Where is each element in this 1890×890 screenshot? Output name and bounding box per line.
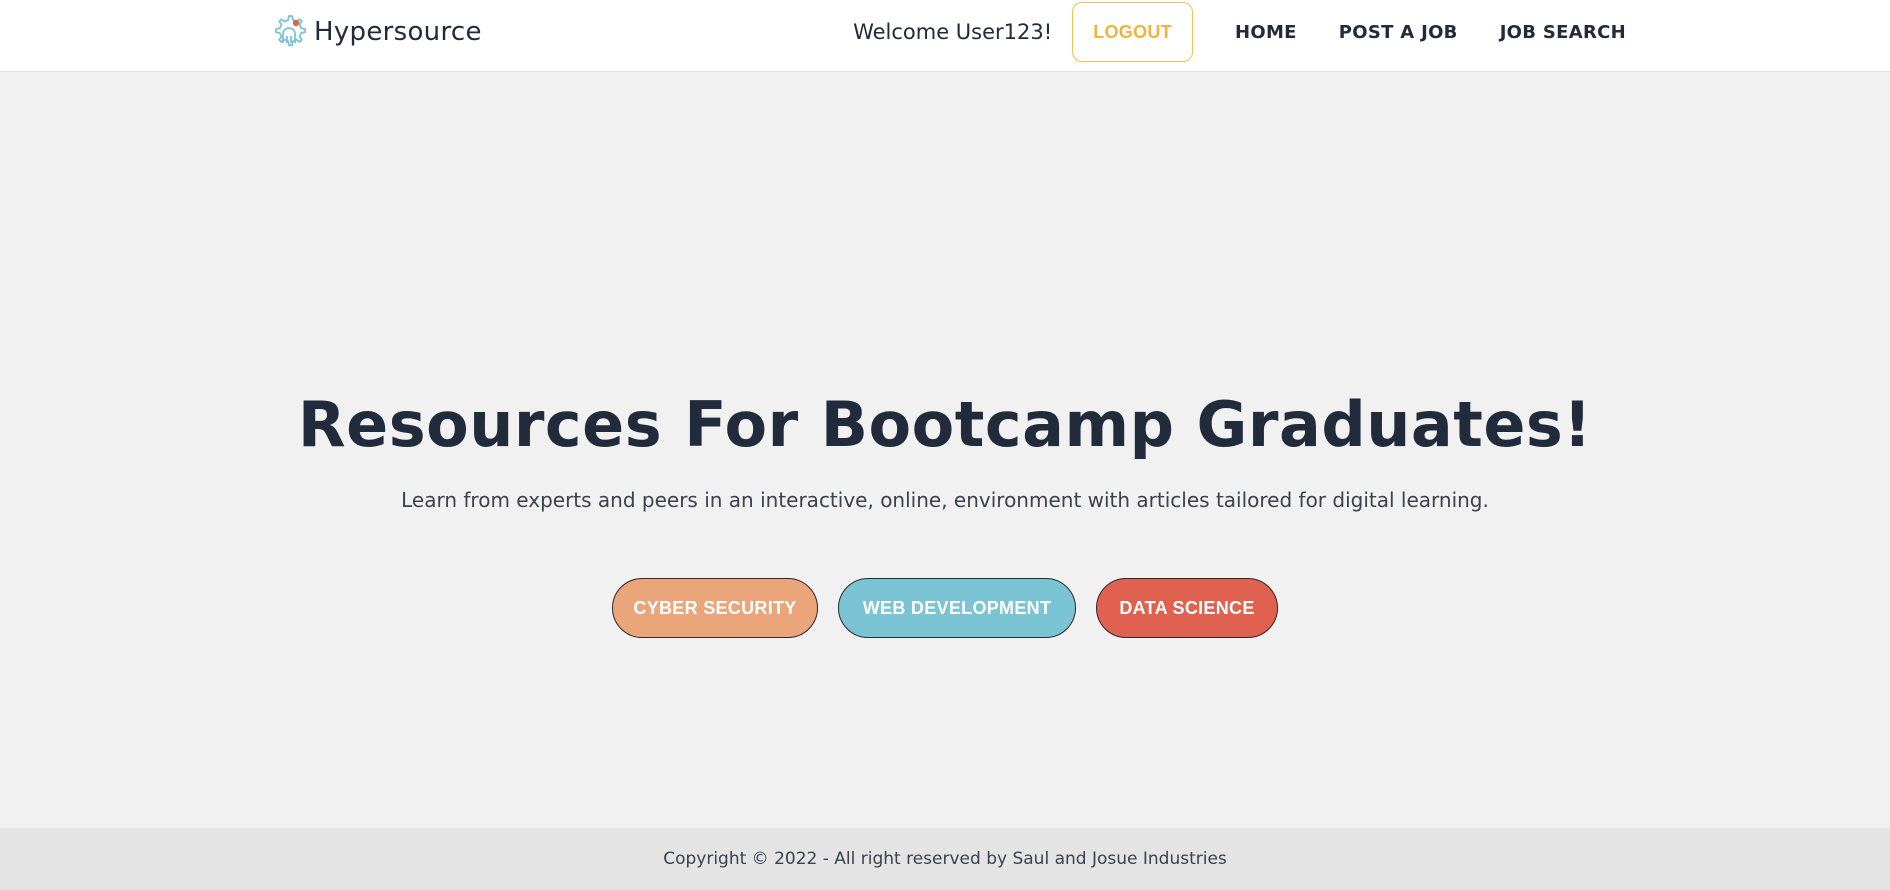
- brand-link[interactable]: Hypersource: [270, 12, 482, 52]
- welcome-message: Welcome User123!: [853, 20, 1053, 44]
- data-science-button[interactable]: DATA SCIENCE: [1096, 578, 1278, 638]
- hero-title: Resources For Bootcamp Graduates!: [297, 388, 1593, 461]
- logout-button[interactable]: LOGOUT: [1072, 2, 1193, 62]
- web-development-button[interactable]: WEB DEVELOPMENT: [838, 578, 1076, 638]
- nav-link-home[interactable]: HOME: [1235, 22, 1297, 43]
- hero-subtitle: Learn from experts and peers in an inter…: [401, 488, 1489, 512]
- copyright-text: Copyright © 2022 - All right reserved by…: [663, 849, 1227, 869]
- brand-name: Hypersource: [314, 17, 482, 47]
- navbar: Hypersource Welcome User123! LOGOUT HOME…: [0, 0, 1890, 72]
- nav-link-job-search[interactable]: JOB SEARCH: [1500, 22, 1626, 43]
- category-buttons: CYBER SECURITY WEB DEVELOPMENT DATA SCIE…: [0, 578, 1890, 638]
- footer: Copyright © 2022 - All right reserved by…: [0, 828, 1890, 890]
- hypersource-logo-icon: [270, 13, 308, 51]
- nav-menu: Welcome User123! LOGOUT HOME POST A JOB …: [853, 2, 1626, 62]
- cyber-security-button[interactable]: CYBER SECURITY: [612, 578, 818, 638]
- hero-section: Resources For Bootcamp Graduates! Learn …: [0, 72, 1890, 828]
- nav-link-post-a-job[interactable]: POST A JOB: [1339, 22, 1458, 43]
